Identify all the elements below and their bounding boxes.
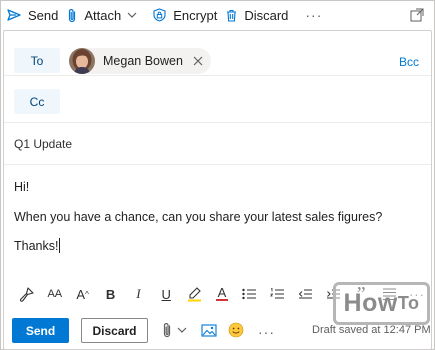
trash-icon <box>227 9 237 22</box>
paperclip-icon <box>69 8 76 22</box>
pop-out-icon[interactable] <box>410 8 424 22</box>
subject-field[interactable]: Q1 Update <box>14 137 72 151</box>
encrypt-command[interactable]: Encrypt <box>151 1 224 29</box>
close-icon[interactable] <box>193 56 203 66</box>
to-button[interactable]: To <box>14 48 60 73</box>
emoji-icon[interactable] <box>227 321 245 339</box>
attach-command-label: Attach <box>84 7 122 23</box>
chevron-down-icon[interactable] <box>176 321 188 339</box>
avatar <box>69 48 95 74</box>
bold-button[interactable]: B <box>97 280 125 308</box>
body-line: When you have a chance, can you share yo… <box>14 210 383 224</box>
body-line-last: Thanks! <box>14 238 61 254</box>
font-color-button[interactable]: A <box>208 280 236 308</box>
format-painter-icon[interactable] <box>13 280 41 308</box>
to-row: To Megan Bowen Bcc <box>4 31 431 76</box>
text-cursor <box>59 238 61 253</box>
numbering-icon[interactable] <box>264 280 292 308</box>
attach-command[interactable]: Attach <box>65 1 151 29</box>
body-line-text: Thanks! <box>14 239 59 253</box>
cc-row: Cc <box>4 76 431 123</box>
send-command[interactable]: Send <box>5 1 65 29</box>
command-toolbar: Send Attach Encrypt Discard ··· <box>1 1 434 29</box>
body-line: Hi! <box>14 180 30 194</box>
highlight-icon[interactable] <box>180 280 208 308</box>
shield-lock-icon <box>153 8 166 22</box>
attach-icon[interactable] <box>160 321 174 339</box>
cc-button[interactable]: Cc <box>14 89 60 114</box>
outdent-icon[interactable] <box>292 280 320 308</box>
more-commands-button[interactable]: ··· <box>299 7 328 23</box>
send-command-label: Send <box>28 7 59 23</box>
underline-button[interactable]: U <box>152 280 180 308</box>
draft-status: Draft saved at 12:47 PM <box>312 324 431 336</box>
send-icon <box>7 9 21 21</box>
watermark-to: To <box>397 293 420 313</box>
bcc-link[interactable]: Bcc <box>399 55 419 69</box>
more-options-button[interactable]: ··· <box>258 324 275 340</box>
discard-command-label: Discard <box>244 7 289 23</box>
font-size-button[interactable]: AA <box>41 280 69 308</box>
compose-window: Send Attach Encrypt Discard ··· To Megan… <box>0 0 435 350</box>
discard-command[interactable]: Discard <box>224 1 295 29</box>
watermark-logo: How To <box>333 282 430 325</box>
send-button[interactable]: Send <box>12 318 69 343</box>
recipient-chip[interactable]: Megan Bowen <box>69 48 211 74</box>
encrypt-command-label: Encrypt <box>173 7 218 23</box>
bullets-icon[interactable] <box>236 280 264 308</box>
chevron-down-icon <box>127 12 137 18</box>
image-icon[interactable] <box>200 321 218 339</box>
recipient-name: Megan Bowen <box>103 54 183 68</box>
italic-button[interactable]: I <box>124 280 152 308</box>
watermark-how: How <box>343 289 398 317</box>
grow-font-button[interactable]: A ^ <box>69 280 97 308</box>
discard-button[interactable]: Discard <box>81 318 148 343</box>
